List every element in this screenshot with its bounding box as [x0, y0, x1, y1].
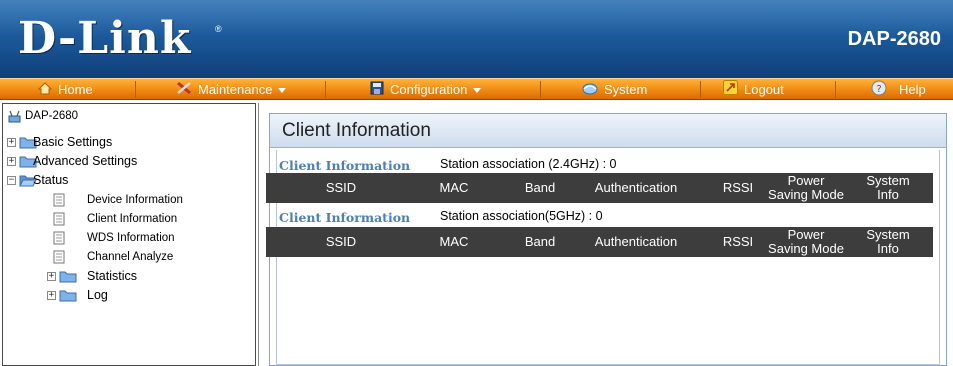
folder-icon — [59, 289, 77, 302]
column-header-system-info: System Info — [858, 227, 918, 257]
network-icon — [582, 80, 598, 101]
menu-bar: Home Maintenance Configuration System Lo… — [0, 78, 953, 100]
column-header-band: Band — [524, 234, 556, 249]
client-table-header-5ghz: SSID MAC Band Authentication RSSI Power … — [266, 227, 933, 257]
column-header-power-line1: Power — [787, 173, 825, 188]
column-header-mac: MAC — [439, 180, 469, 195]
column-header-system-line2: Info — [877, 187, 899, 202]
menu-system[interactable]: System — [582, 79, 647, 100]
client-table-header-24ghz: SSID MAC Band Authentication RSSI Power … — [266, 173, 933, 203]
tree-label: Device Information — [87, 194, 183, 206]
dlink-logo: D-Link — [18, 13, 192, 64]
menu-logout[interactable]: Logout — [723, 79, 784, 100]
navigation-tree: DAP-2680 + Basic Settings + Advanced Set… — [2, 103, 256, 366]
menu-configuration[interactable]: Configuration — [370, 79, 482, 101]
menu-configuration-label: Configuration — [390, 82, 468, 97]
model-name: DAP-2680 — [847, 28, 941, 50]
menu-maintenance[interactable]: Maintenance — [176, 79, 287, 101]
collapse-icon[interactable]: − — [7, 176, 16, 185]
menu-help[interactable]: ? Help — [871, 79, 926, 100]
column-header-band: Band — [524, 180, 556, 195]
folder-icon — [59, 270, 77, 283]
tree-root-label: DAP-2680 — [25, 110, 79, 122]
document-icon — [53, 212, 65, 226]
expand-icon[interactable]: + — [47, 272, 56, 281]
menu-home[interactable]: Home — [37, 79, 93, 101]
column-header-ssid: SSID — [325, 180, 357, 195]
menu-home-label: Home — [58, 82, 93, 97]
menu-divider — [835, 81, 836, 98]
column-header-rssi: RSSI — [722, 180, 754, 195]
menu-divider — [325, 81, 326, 98]
home-icon — [37, 80, 53, 101]
tree-label: Log — [87, 288, 108, 302]
menu-divider — [700, 81, 701, 98]
header-banner: D-Link ® DAP-2680 — [0, 0, 953, 78]
document-icon — [53, 193, 65, 207]
column-header-ssid: SSID — [325, 234, 357, 249]
tree-label: Basic Settings — [33, 135, 113, 149]
menu-help-label: Help — [899, 82, 926, 97]
column-header-system-line1: System — [866, 227, 910, 242]
expand-icon[interactable]: + — [7, 138, 16, 147]
access-point-icon — [7, 110, 25, 123]
page-title: Client Information — [282, 120, 431, 141]
chevron-down-icon — [473, 88, 482, 94]
column-header-power-line2: Saving Mode — [768, 241, 844, 256]
expand-icon[interactable]: + — [7, 157, 16, 166]
document-icon — [53, 231, 65, 245]
logout-icon — [723, 80, 738, 101]
column-header-authentication: Authentication — [594, 180, 678, 195]
column-header-system-line2: Info — [877, 241, 899, 256]
tree-label: WDS Information — [87, 232, 175, 244]
station-association-5ghz: Station association(5GHz) : 0 — [440, 209, 603, 223]
expand-icon[interactable]: + — [47, 291, 56, 300]
column-header-authentication: Authentication — [594, 234, 678, 249]
tree-label: Statistics — [87, 269, 138, 283]
save-disk-icon — [370, 80, 384, 101]
menu-divider — [540, 81, 541, 98]
document-icon — [53, 250, 65, 264]
station-association-24ghz: Station association (2.4GHz) : 0 — [440, 157, 617, 171]
column-header-power-line2: Saving Mode — [768, 187, 844, 202]
help-icon: ? — [871, 80, 887, 102]
tree-label: Status — [33, 173, 69, 187]
tree-label: Advanced Settings — [33, 154, 138, 168]
registered-mark: ® — [215, 24, 222, 34]
column-header-power-saving-mode: Power Saving Mode — [757, 227, 855, 257]
menu-divider — [135, 81, 136, 98]
column-header-power-line1: Power — [787, 227, 825, 242]
chevron-down-icon — [278, 88, 287, 94]
column-header-rssi: RSSI — [722, 234, 754, 249]
menu-system-label: System — [604, 82, 648, 97]
column-header-system-info: System Info — [858, 173, 918, 203]
tools-icon — [176, 80, 192, 101]
tree-label: Client Information — [87, 213, 178, 225]
svg-text:?: ? — [876, 84, 881, 95]
column-header-mac: MAC — [439, 234, 469, 249]
menu-logout-label: Logout — [744, 82, 784, 97]
panel-title-bar: Client Information — [270, 114, 946, 148]
section-label-5ghz: Client Information — [279, 210, 411, 225]
section-label-24ghz: Client Information — [279, 158, 411, 173]
column-header-system-line1: System — [866, 173, 910, 188]
column-header-power-saving-mode: Power Saving Mode — [757, 173, 855, 203]
tree-label: Channel Analyze — [87, 251, 174, 263]
menu-maintenance-label: Maintenance — [198, 82, 273, 97]
